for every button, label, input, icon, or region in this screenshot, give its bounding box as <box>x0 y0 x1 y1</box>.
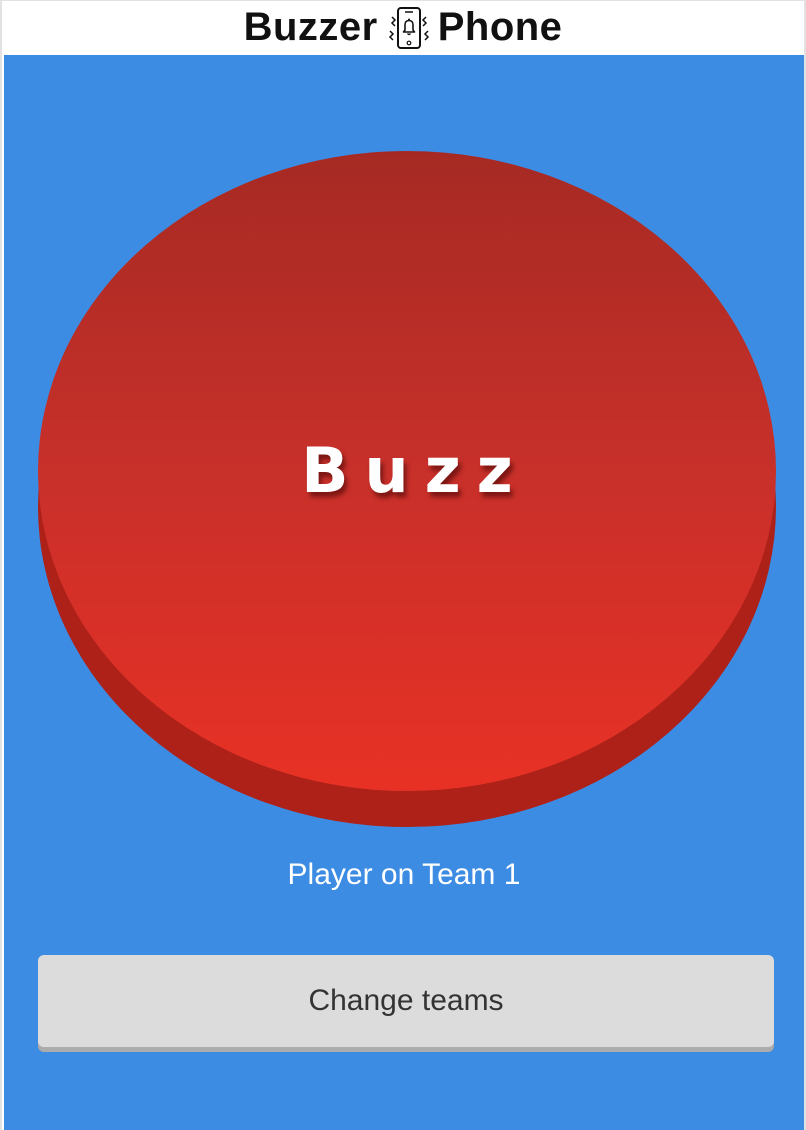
app-header: Buzzer Phone <box>2 1 804 54</box>
player-team-status: Player on Team 1 <box>287 858 521 891</box>
app-title-right: Phone <box>437 5 563 49</box>
app-frame: Buzzer Phone Buzz Player on Team 1 Chang… <box>0 0 806 1130</box>
buzz-button[interactable]: Buzz <box>38 151 776 827</box>
app-title-left: Buzzer <box>243 5 378 49</box>
buzz-button-label: Buzz <box>301 434 529 507</box>
vibrating-phone-bell-icon <box>386 5 432 51</box>
buzzer-stage: Buzz Player on Team 1 Change teams <box>4 55 804 1130</box>
change-teams-button[interactable]: Change teams <box>38 955 774 1047</box>
